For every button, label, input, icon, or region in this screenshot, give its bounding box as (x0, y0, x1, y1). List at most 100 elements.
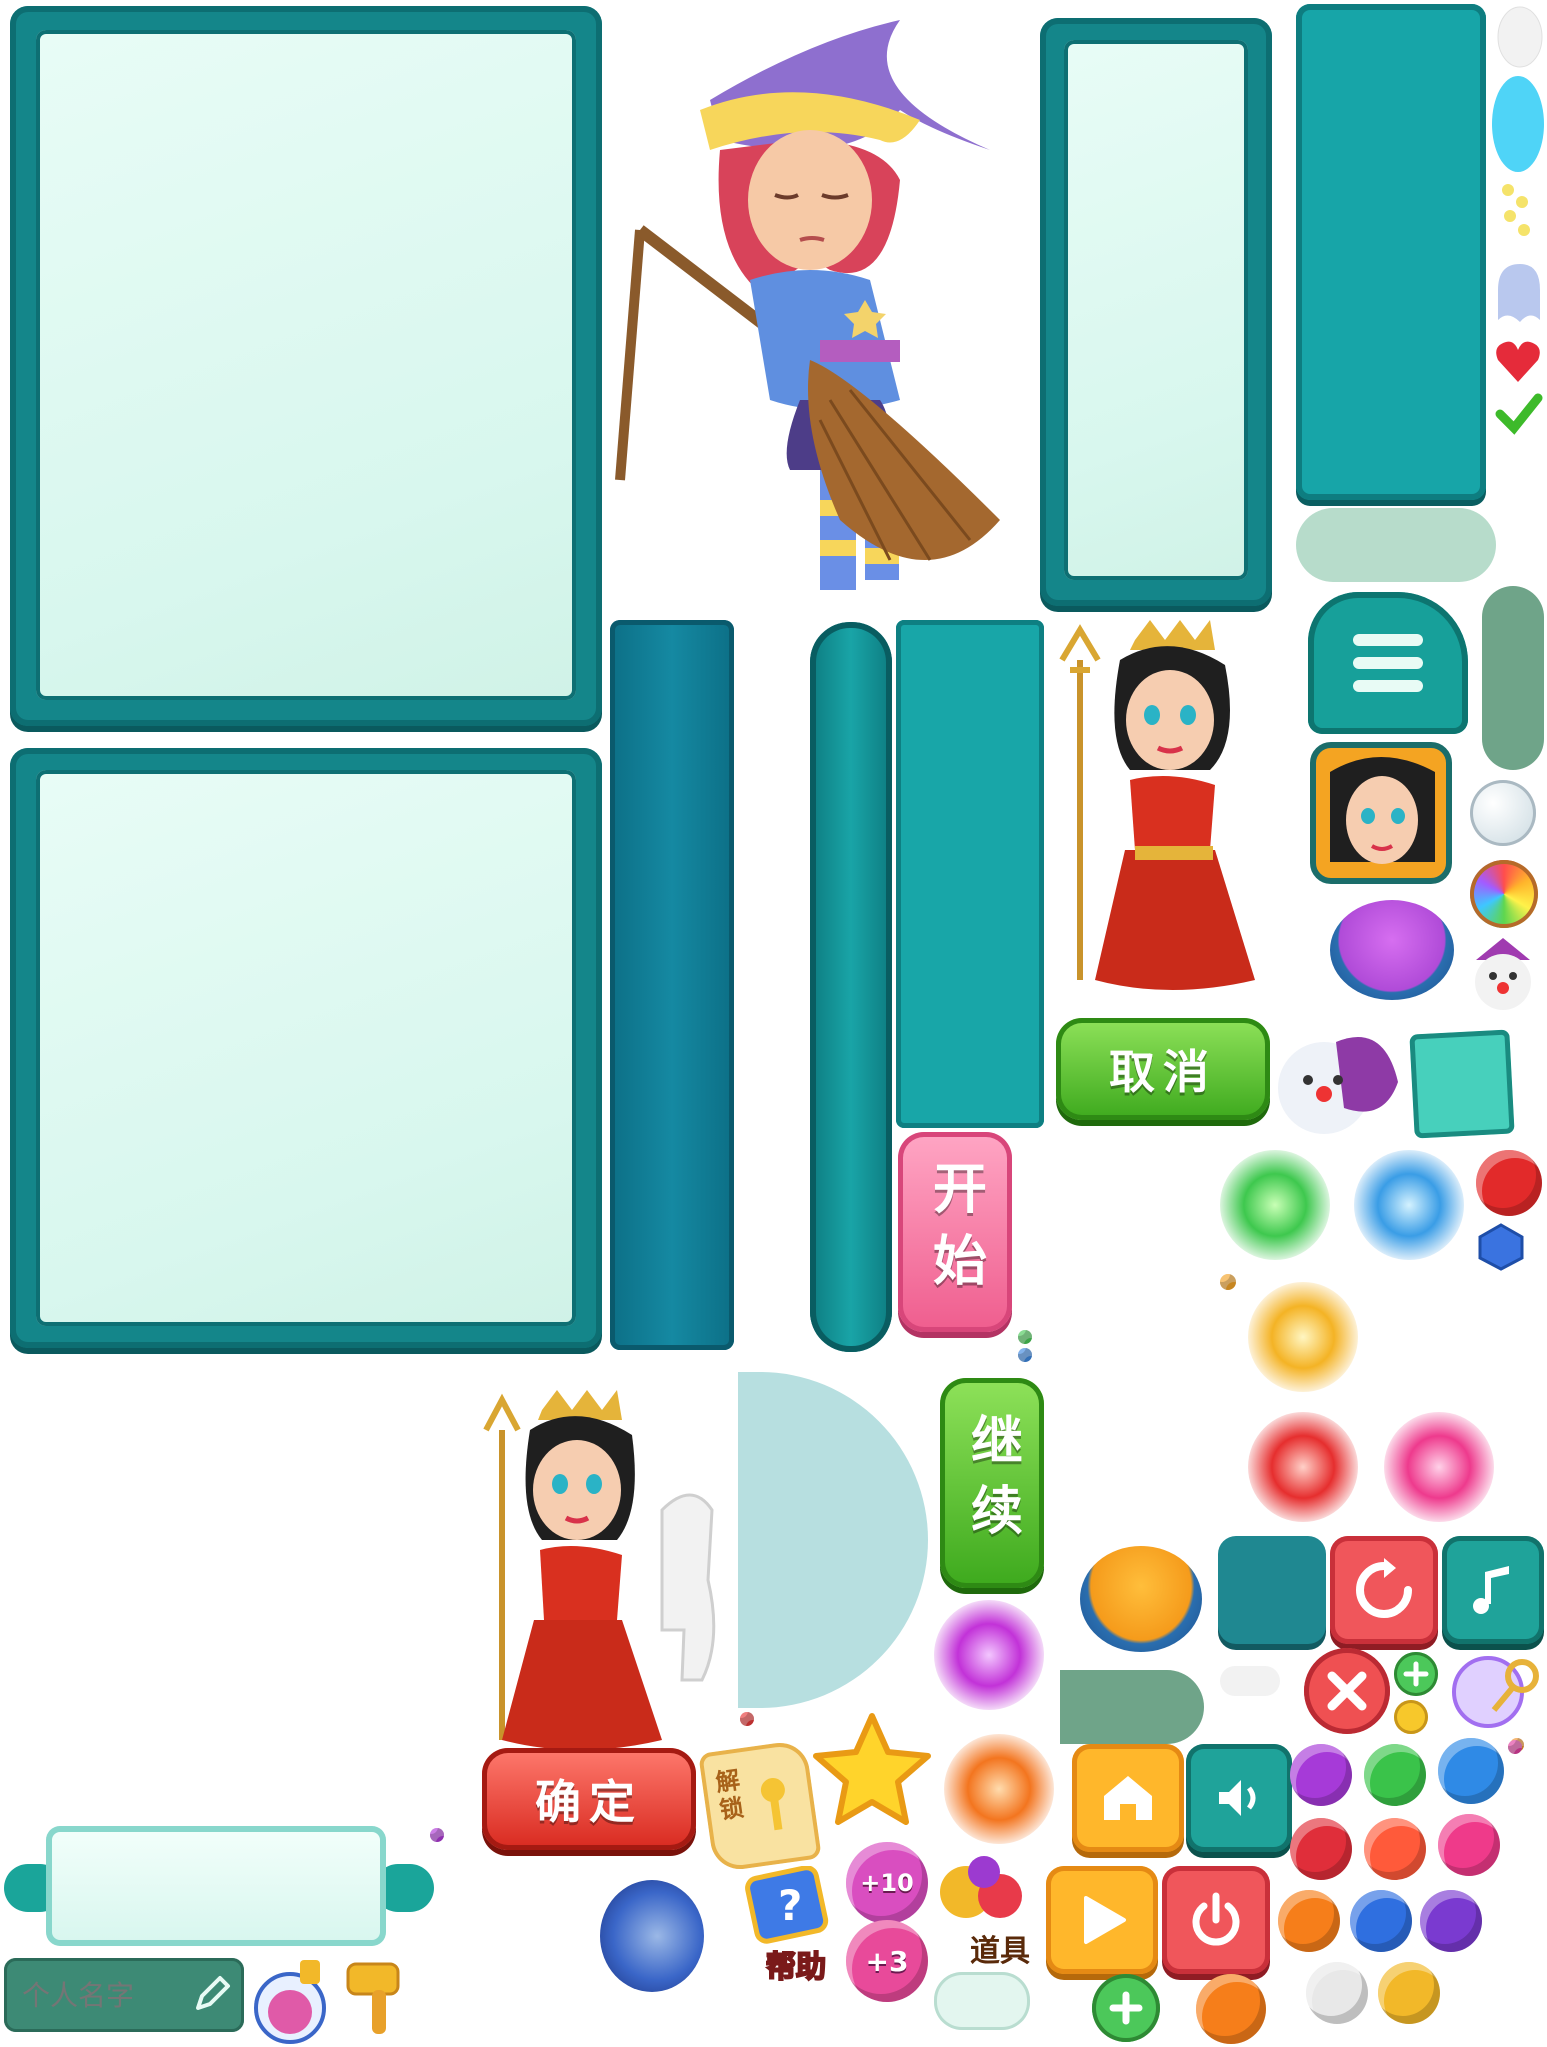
music-icon (1473, 1566, 1509, 1614)
purple-ball (1290, 1744, 1352, 1806)
plus-three-label: +3 (865, 1944, 909, 1978)
cancel-button[interactable]: 取消 (1056, 1018, 1270, 1120)
big-panel-top-inner (36, 30, 576, 700)
magic-orb-yellow (1248, 1282, 1358, 1392)
dots-icon (1502, 184, 1530, 236)
magic-orb-green (1220, 1150, 1330, 1260)
confirm-button[interactable]: 确定 (482, 1748, 696, 1850)
svg-text:?: ? (778, 1881, 802, 1930)
sound-icon (1219, 1780, 1256, 1816)
refresh-button[interactable] (1330, 1536, 1438, 1644)
menu-button[interactable] (1308, 592, 1468, 734)
blue-round-button[interactable] (600, 1880, 704, 1992)
tiny-rainbow-dot (1508, 1740, 1522, 1754)
props-icon (940, 1856, 1022, 1918)
start-button[interactable]: 开始 (898, 1132, 1012, 1332)
tall-bar-dark (610, 620, 734, 1350)
magic-orb-pink (1384, 1412, 1494, 1522)
home-icon (1104, 1776, 1152, 1820)
home-button[interactable] (1072, 1744, 1184, 1852)
pink-ball (1438, 1814, 1500, 1876)
yellow-plus-button[interactable] (1394, 1700, 1428, 1734)
bubble-key-icon (1452, 1656, 1539, 1728)
clown-large-icon (1278, 1037, 1398, 1134)
tall-panel-light-inner (1064, 40, 1248, 580)
rainbow-ball-icon (1470, 860, 1538, 928)
clown-icon (1475, 938, 1531, 1010)
white-ball (1306, 1962, 1368, 2024)
close-icon (1327, 1671, 1367, 1711)
small-green-dot (1018, 1330, 1032, 1344)
name-input-box[interactable] (4, 1958, 244, 2032)
queen-horse-character (483, 1390, 716, 1750)
purple-push-button[interactable] (1330, 900, 1454, 1000)
continue-button[interactable]: 继续 (940, 1378, 1044, 1588)
power-icon (1192, 1892, 1240, 1946)
orange-ball (1278, 1890, 1340, 1952)
question-icon: ? (745, 1866, 829, 1944)
name-plate-panel (46, 1826, 386, 1946)
orange-star-ball (1364, 1818, 1426, 1880)
lightning-ball (1350, 1890, 1412, 1952)
green-ball (1364, 1744, 1426, 1806)
small-white-cloud (1220, 1666, 1280, 1696)
pill-panel-muted (1296, 508, 1496, 582)
unlock-scroll[interactable]: 解锁 (698, 1739, 822, 1873)
big-panel-top (10, 6, 602, 726)
sound-button[interactable] (1186, 1744, 1292, 1852)
music-button[interactable] (1442, 1536, 1544, 1644)
small-blue-dot (1018, 1348, 1032, 1362)
gold-ball (1378, 1962, 1440, 2024)
purple-swirl-ball (1420, 1890, 1482, 1952)
magic-orb-blue (1354, 1150, 1464, 1260)
teal-square-button[interactable] (1218, 1536, 1326, 1644)
small-orange-dot (1220, 1274, 1236, 1290)
magic-orb-red (1248, 1412, 1358, 1522)
big-panel-bottom (10, 748, 602, 1348)
magic-orb-orange (944, 1734, 1054, 1844)
heart-icon (1496, 341, 1540, 382)
pencil-icon[interactable] (190, 1972, 232, 2016)
queen-character (1059, 620, 1255, 990)
menu-icon (1353, 634, 1423, 692)
plus-button-small[interactable] (1394, 1652, 1438, 1696)
blue-ball (1438, 1738, 1504, 1804)
red-ball-2 (1290, 1818, 1352, 1880)
close-button[interactable] (1304, 1648, 1390, 1734)
pale-oval (934, 1972, 1030, 2030)
silver-bubble-icon (1470, 780, 1536, 846)
refresh-icon (1356, 1558, 1412, 1618)
tall-panel-light (1040, 18, 1272, 606)
red-ball-icon (1476, 1150, 1542, 1216)
power-button[interactable] (1162, 1866, 1270, 1974)
plus-ten-bubble: +10 (846, 1842, 928, 1924)
potion-icon (254, 1960, 326, 2044)
help-label: 帮助 (765, 1949, 827, 1986)
props-label: 道具 (970, 1934, 1030, 1969)
ghost-icon (1498, 264, 1540, 322)
name-input[interactable] (20, 1972, 184, 2018)
orange-ball-2 (1196, 1974, 1266, 2044)
plus-ten-label: +10 (860, 1869, 914, 1897)
orange-push-button[interactable] (1080, 1546, 1202, 1652)
cloud-icon (1497, 6, 1543, 68)
play-button[interactable] (1046, 1866, 1158, 1974)
key-icon (760, 1778, 785, 1831)
plus-button-large[interactable] (1092, 1974, 1160, 2042)
scroll-bar (810, 622, 892, 1352)
name-plate-frame (4, 1826, 434, 1950)
blue-gem-icon (1478, 1223, 1524, 1271)
star-icon (813, 1713, 931, 1825)
pill-horizontal-muted (1060, 1670, 1204, 1744)
tall-panel-teal (1296, 4, 1486, 500)
plus-icon (1403, 1661, 1429, 1687)
tiny-red-dot (740, 1712, 754, 1726)
tall-bar-teal (896, 620, 1044, 1128)
check-icon (1495, 393, 1543, 435)
big-panel-bottom-inner (36, 770, 576, 1326)
blue-oval-icon (1492, 76, 1544, 172)
unlock-label: 解锁 (709, 1766, 746, 1827)
witch-character (615, 20, 1000, 590)
queen-portrait-icon[interactable] (1310, 742, 1452, 884)
plus-three-bubble: +3 (846, 1920, 928, 2002)
